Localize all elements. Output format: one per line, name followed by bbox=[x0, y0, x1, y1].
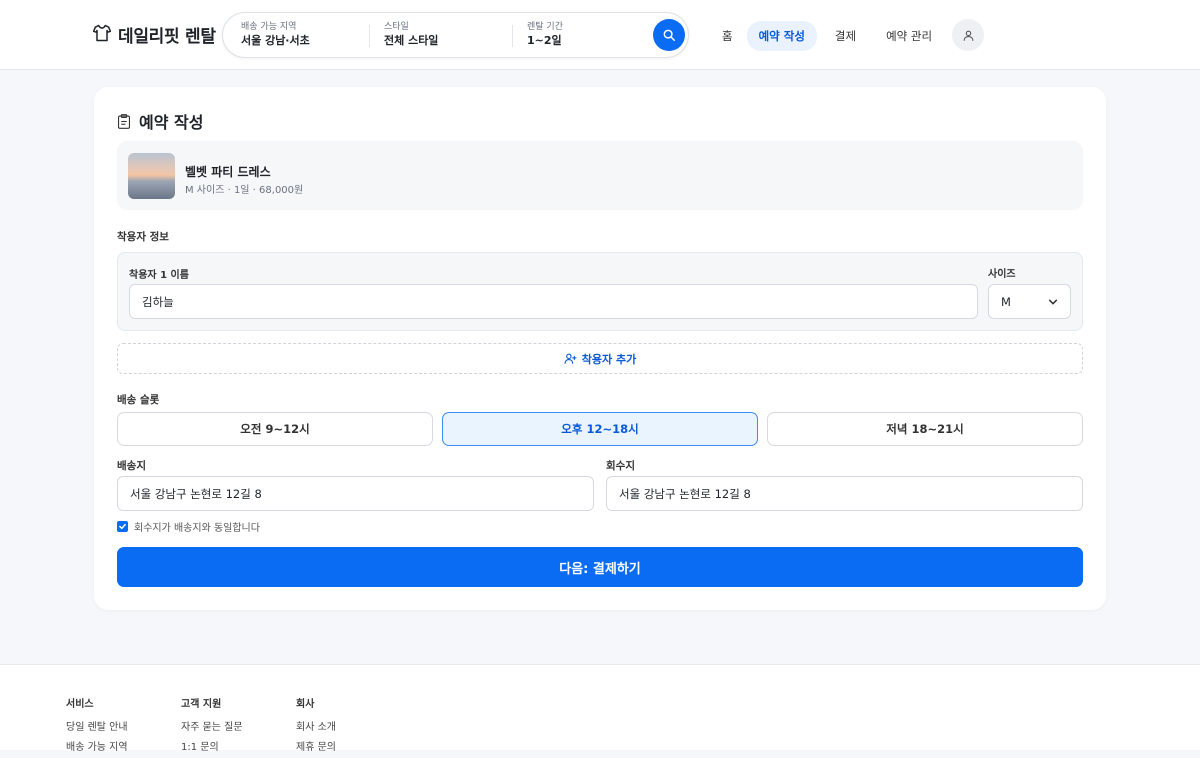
reservation-card: 예약 작성 벨벳 파티 드레스 M 사이즈 · 1일 · 68,000원 착용자… bbox=[94, 87, 1106, 610]
footer-heading: 서비스 bbox=[66, 699, 94, 710]
search-divider bbox=[512, 25, 513, 47]
size-select[interactable]: M bbox=[988, 284, 1071, 319]
next-payment-button[interactable]: 다음: 결제하기 bbox=[117, 547, 1083, 587]
nav-reservation[interactable]: 예약 작성 bbox=[746, 21, 817, 51]
shirt-icon bbox=[92, 23, 112, 47]
footer: 서비스 당일 렌탈 안내 배송 가능 지역 고객 지원 자주 묻는 질문 1:1… bbox=[0, 664, 1200, 753]
slot-afternoon[interactable]: 오후 12~18시 bbox=[442, 412, 758, 446]
wearer-box: 착용자 1 이름 김하늘 사이즈 M bbox=[117, 252, 1083, 331]
card-title: 예약 작성 bbox=[117, 109, 203, 133]
search-style-field[interactable]: 스타일 전체 스타일 bbox=[384, 21, 438, 49]
product-meta: M 사이즈 · 1일 · 68,000원 bbox=[185, 185, 304, 196]
footer-col-service: 서비스 당일 렌탈 안내 배송 가능 지역 bbox=[66, 695, 128, 758]
wearer-name-input[interactable]: 김하늘 bbox=[129, 284, 978, 319]
footer-link[interactable]: 제휴 문의 bbox=[296, 738, 336, 753]
check-icon bbox=[118, 522, 127, 531]
pickup-address-input[interactable]: 서울 강남구 논현로 12길 8 bbox=[606, 476, 1083, 511]
search-style-label: 스타일 bbox=[384, 22, 409, 32]
search-period-label: 렌탈 기간 bbox=[527, 22, 563, 32]
nav-payment[interactable]: 결제 bbox=[823, 21, 868, 51]
clipboard-icon bbox=[117, 113, 131, 129]
size-label: 사이즈 bbox=[988, 269, 1016, 280]
logo-text: 데일리핏 렌탈 bbox=[118, 27, 216, 47]
wearer-section-label: 착용자 정보 bbox=[117, 231, 169, 243]
add-wearer-label: 착용자 추가 bbox=[581, 352, 637, 366]
same-address-label: 회수지가 배송지와 동일합니다 bbox=[134, 523, 260, 534]
wearer-name-label: 착용자 1 이름 bbox=[129, 270, 189, 281]
slot-evening[interactable]: 저녁 18~21시 bbox=[767, 412, 1083, 446]
search-style-value: 전체 스타일 bbox=[384, 34, 439, 47]
user-plus-icon bbox=[564, 352, 577, 365]
search-bar[interactable]: 배송 가능 지역 서울 강남·서초 스타일 전체 스타일 렌탈 기간 1~2일 bbox=[222, 12, 689, 58]
footer-col-company: 회사 회사 소개 제휴 문의 bbox=[296, 695, 336, 758]
search-region-value: 서울 강남·서초 bbox=[241, 34, 310, 47]
footer-heading: 회사 bbox=[296, 699, 315, 710]
pickup-label: 회수지 bbox=[606, 460, 635, 472]
search-region-field[interactable]: 배송 가능 지역 서울 강남·서초 bbox=[241, 21, 310, 49]
footer-link[interactable]: 당일 렌탈 안내 bbox=[66, 718, 128, 733]
search-period-value: 1~2일 bbox=[527, 34, 562, 47]
product-summary: 벨벳 파티 드레스 M 사이즈 · 1일 · 68,000원 bbox=[117, 141, 1083, 210]
search-button[interactable] bbox=[653, 19, 685, 51]
search-period-field[interactable]: 렌탈 기간 1~2일 bbox=[527, 21, 563, 49]
footer-link[interactable]: 회사 소개 bbox=[296, 718, 336, 733]
slot-section-label: 배송 슬롯 bbox=[117, 394, 160, 406]
size-value: M bbox=[1001, 294, 1011, 309]
add-wearer-button[interactable]: 착용자 추가 bbox=[117, 343, 1083, 374]
page-title: 예약 작성 bbox=[139, 113, 204, 132]
search-divider bbox=[369, 25, 370, 47]
logo[interactable]: 데일리핏 렌탈 bbox=[92, 22, 216, 47]
same-address-checkbox[interactable] bbox=[117, 521, 128, 532]
footer-link[interactable]: 배송 가능 지역 bbox=[66, 738, 128, 753]
delivery-label: 배송지 bbox=[117, 460, 146, 472]
nav-manage[interactable]: 예약 관리 bbox=[874, 21, 944, 51]
product-thumbnail bbox=[128, 153, 175, 199]
avatar-button[interactable] bbox=[952, 19, 984, 51]
search-icon bbox=[662, 28, 676, 42]
footer-heading: 고객 지원 bbox=[181, 699, 222, 710]
chevron-down-icon bbox=[1048, 297, 1058, 307]
main-nav: 홈 예약 작성 결제 예약 관리 bbox=[712, 21, 950, 51]
search-region-label: 배송 가능 지역 bbox=[241, 22, 297, 32]
top-header: 데일리핏 렌탈 배송 가능 지역 서울 강남·서초 스타일 전체 스타일 렌탈 … bbox=[0, 0, 1200, 70]
nav-home[interactable]: 홈 bbox=[712, 21, 743, 51]
user-icon bbox=[962, 29, 975, 42]
product-name: 벨벳 파티 드레스 bbox=[185, 165, 271, 179]
footer-link[interactable]: 1:1 문의 bbox=[181, 738, 243, 753]
same-address-row[interactable]: 회수지가 배송지와 동일합니다 bbox=[117, 519, 260, 534]
footer-link[interactable]: 자주 묻는 질문 bbox=[181, 718, 243, 733]
slot-morning[interactable]: 오전 9~12시 bbox=[117, 412, 433, 446]
delivery-address-input[interactable]: 서울 강남구 논현로 12길 8 bbox=[117, 476, 594, 511]
footer-col-support: 고객 지원 자주 묻는 질문 1:1 문의 bbox=[181, 695, 243, 758]
